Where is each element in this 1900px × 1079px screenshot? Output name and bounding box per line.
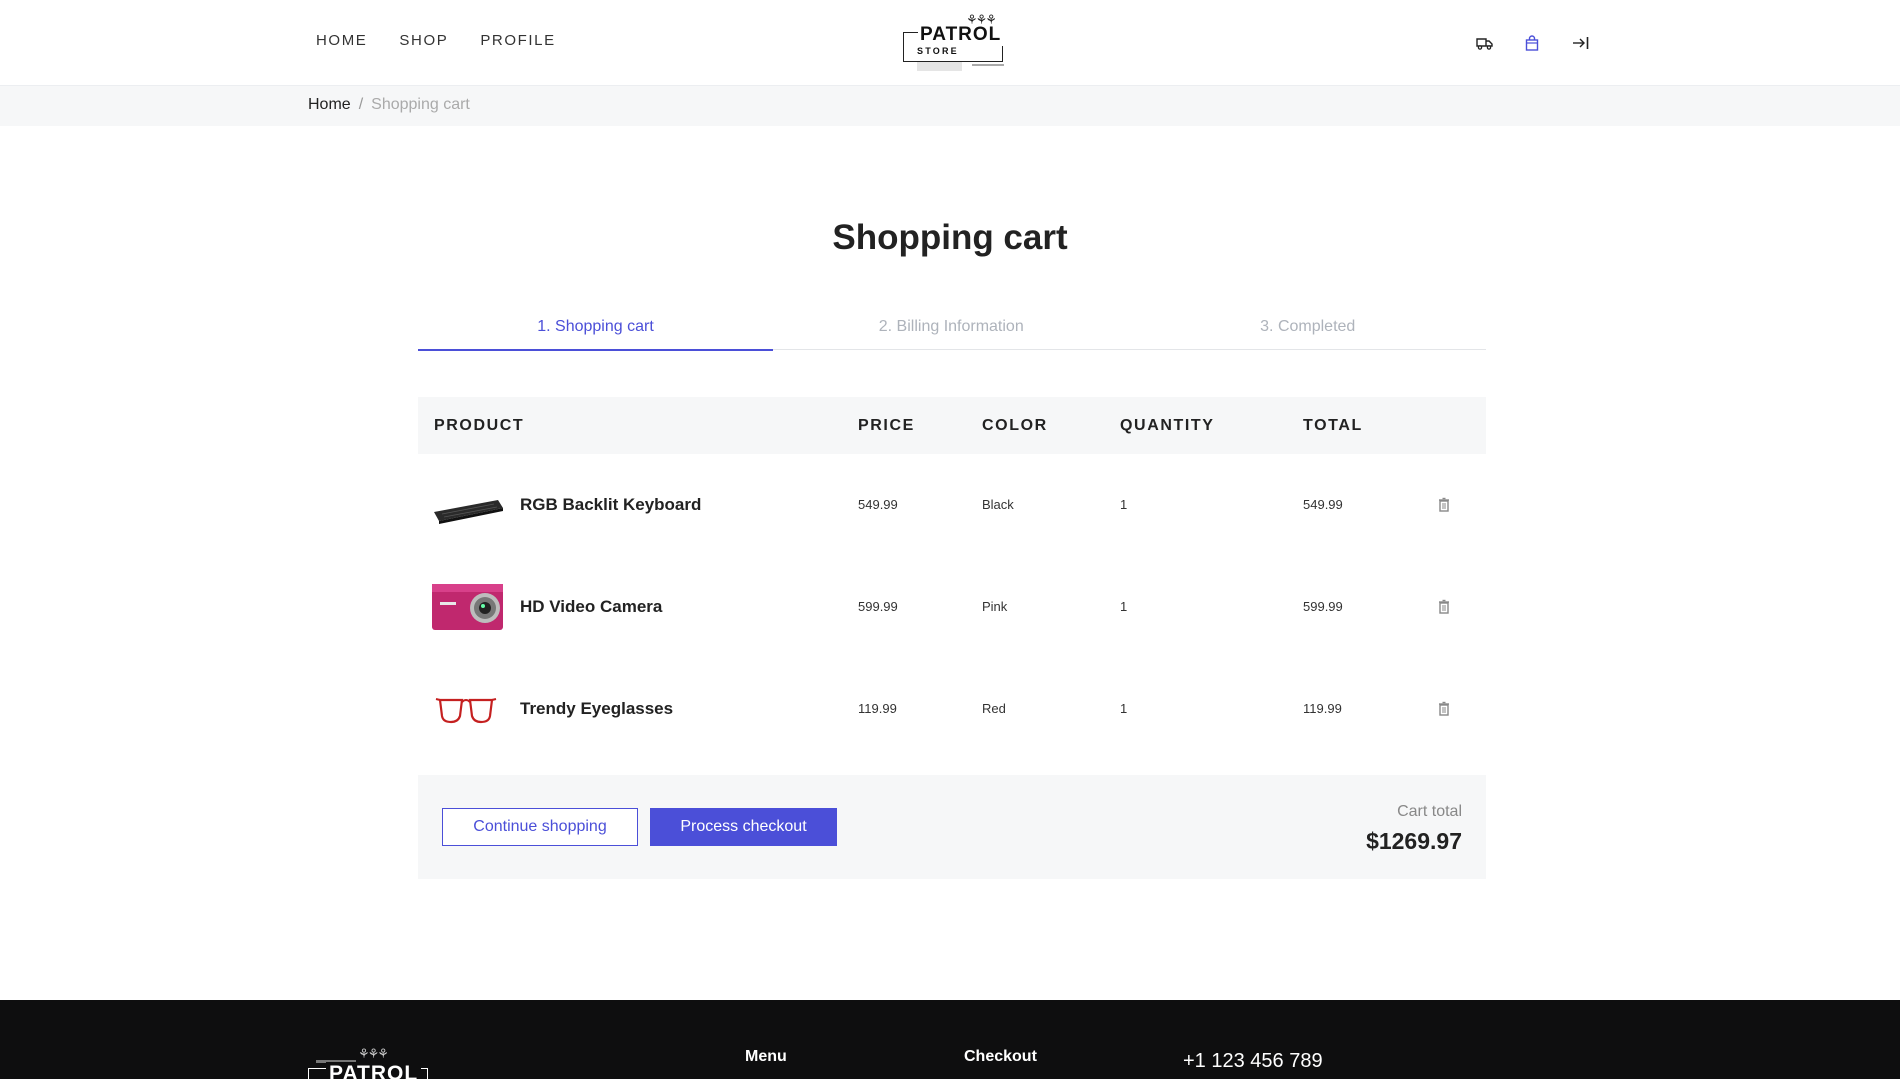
product-name[interactable]: HD Video Camera	[520, 597, 662, 617]
nav-shop-link[interactable]: SHOP	[399, 32, 448, 49]
login-icon[interactable]	[1570, 33, 1590, 53]
header-price: PRICE	[858, 417, 915, 434]
truck-icon[interactable]	[1474, 33, 1494, 53]
camera-image[interactable]	[432, 582, 504, 632]
header-product: PRODUCT	[434, 417, 525, 434]
footer-checkout-heading: Checkout	[964, 1048, 1037, 1065]
breadcrumb-current: Shopping cart	[371, 96, 470, 113]
laurel-icon: ⚘⚘⚘	[966, 12, 997, 27]
product-price: 119.99	[858, 701, 897, 716]
footer-menu-heading: Menu	[745, 1048, 787, 1065]
product-name[interactable]: Trendy Eyeglasses	[520, 699, 673, 719]
logo-tagline-line	[972, 64, 1004, 66]
product-price: 599.99	[858, 599, 898, 614]
cart-total-value: $1269.97	[1366, 828, 1462, 854]
nav-profile-link[interactable]: PROFILE	[480, 32, 555, 49]
cart-summary: Continue shopping Process checkout Cart …	[418, 775, 1486, 879]
checkout-steps: 1. Shopping cart 2. Billing Information …	[418, 316, 1487, 351]
cart-total-label: Cart total	[1397, 803, 1462, 820]
keyboard-image[interactable]	[432, 484, 504, 534]
site-footer: ⚘⚘⚘ PATROL Menu Checkout +1 123 456 789	[0, 1000, 1900, 1079]
product-total: 119.99	[1303, 701, 1342, 716]
logo-underbar	[917, 62, 962, 71]
table-row: RGB Backlit Keyboard 549.99 Black 1 549.…	[418, 454, 1486, 556]
product-color: Red	[982, 701, 1006, 716]
footer-logo[interactable]: ⚘⚘⚘ PATROL	[308, 1046, 428, 1079]
laurel-icon: ⚘⚘⚘	[358, 1046, 389, 1061]
shopping-bag-icon[interactable]	[1522, 33, 1542, 53]
cart-table-header: PRODUCT PRICE COLOR QUANTITY TOTAL	[418, 397, 1486, 454]
continue-shopping-button[interactable]: Continue shopping	[442, 808, 638, 846]
step-shopping-cart[interactable]: 1. Shopping cart	[418, 316, 773, 351]
footer-logo-name: PATROL	[326, 1062, 422, 1079]
header-quantity: QUANTITY	[1120, 417, 1215, 434]
footer-phone[interactable]: +1 123 456 789	[1183, 1050, 1323, 1073]
page-title: Shopping cart	[832, 218, 1068, 257]
breadcrumb-separator: /	[358, 96, 364, 113]
product-color: Pink	[982, 599, 1008, 614]
store-logo[interactable]: PATROL STORE ⚘⚘⚘	[902, 12, 1006, 74]
header-total: TOTAL	[1303, 417, 1363, 434]
trash-icon[interactable]	[1437, 497, 1451, 513]
logo-sub: STORE	[917, 46, 959, 56]
product-total: 549.99	[1303, 497, 1343, 512]
header-color: COLOR	[982, 417, 1048, 434]
trash-icon[interactable]	[1437, 599, 1451, 615]
main-nav: HOME SHOP PROFILE	[316, 32, 588, 49]
step-billing-information[interactable]: 2. Billing Information	[773, 316, 1130, 349]
eyeglasses-image[interactable]	[432, 686, 504, 736]
product-name[interactable]: RGB Backlit Keyboard	[520, 495, 701, 515]
process-checkout-button[interactable]: Process checkout	[650, 808, 837, 846]
product-color: Black	[982, 497, 1014, 512]
breadcrumb-home-link[interactable]: Home	[308, 96, 351, 113]
product-quantity[interactable]: 1	[1120, 497, 1127, 512]
product-quantity[interactable]: 1	[1120, 599, 1127, 614]
breadcrumb-bar: Home / Shopping cart	[0, 86, 1900, 126]
product-total: 599.99	[1303, 599, 1343, 614]
breadcrumb: Home / Shopping cart	[308, 96, 470, 114]
table-row: HD Video Camera 599.99 Pink 1 599.99	[418, 556, 1486, 658]
nav-home-link[interactable]: HOME	[316, 32, 367, 49]
trash-icon[interactable]	[1437, 701, 1451, 717]
step-completed[interactable]: 3. Completed	[1130, 316, 1487, 349]
product-price: 549.99	[858, 497, 898, 512]
header-icons	[1474, 33, 1618, 53]
product-quantity[interactable]: 1	[1120, 701, 1127, 716]
table-row: Trendy Eyeglasses 119.99 Red 1 119.99	[418, 658, 1486, 760]
site-header: HOME SHOP PROFILE PATROL STORE ⚘⚘⚘	[0, 0, 1900, 86]
